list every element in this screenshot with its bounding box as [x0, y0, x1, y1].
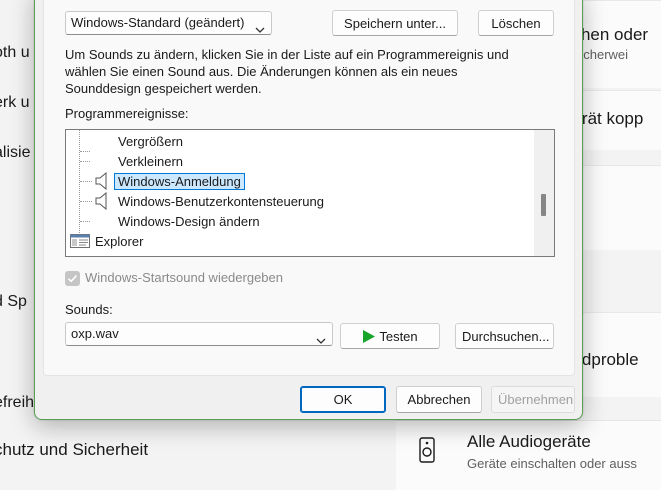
browse-button[interactable]: Durchsuchen...: [455, 323, 554, 349]
settings-card: [583, 165, 661, 250]
ok-button[interactable]: OK: [300, 386, 386, 413]
delete-button[interactable]: Löschen: [478, 10, 554, 36]
list-item[interactable]: Windows-Design ändern: [118, 213, 260, 231]
scrollbar-thumb[interactable]: [541, 194, 546, 216]
instructions-text: Um Sounds zu ändern, klicken Sie in der …: [65, 47, 509, 96]
settings-card[interactable]: gerät kopp: [583, 90, 661, 150]
list-item[interactable]: Vergrößern: [118, 133, 183, 151]
cancel-button[interactable]: Abbrechen: [396, 386, 482, 413]
list-group-explorer[interactable]: Explorer: [95, 233, 143, 251]
settings-nav-item-security[interactable]: chutz und Sicherheit: [0, 440, 154, 460]
card-title: gerät kopp: [583, 109, 644, 128]
startup-sound-checkbox[interactable]: [65, 271, 80, 286]
card-title: echen oder: [583, 25, 649, 44]
sound-scheme-select[interactable]: Windows-Standard (geändert): [65, 11, 272, 35]
list-item[interactable]: Windows-Benutzerkontensteuerung: [118, 193, 324, 211]
program-events-list[interactable]: Vergrößern Verkleinern Windows-Anmeldung…: [65, 129, 555, 257]
apply-button[interactable]: Übernehmen: [491, 386, 575, 413]
sounds-label: Sounds:: [65, 302, 113, 317]
sounds-tab-panel: Windows-Standard (geändert) Speichern un…: [43, 0, 575, 376]
settings-card[interactable]: echen oder öglicherwei: [583, 0, 661, 88]
list-item-selected[interactable]: Windows-Anmeldung: [114, 173, 245, 191]
startup-sound-label: Windows-Startsound wiedergeben: [85, 270, 283, 285]
list-item[interactable]: Verkleinern: [118, 153, 183, 171]
audio-card-title: Alle Audiogeräte: [467, 432, 591, 451]
settings-cards: echen oder öglicherwei gerät kopp undpro…: [583, 0, 661, 490]
test-sound-button[interactable]: Testen: [340, 323, 440, 349]
speaker-device-icon: [419, 437, 435, 468]
all-audio-devices-card[interactable]: Alle Audiogeräte Geräte einschalten oder…: [396, 420, 661, 490]
play-icon: [362, 328, 376, 352]
settings-card[interactable]: undproble: [583, 312, 661, 397]
card-subtitle: öglicherwei: [583, 47, 629, 62]
sound-dialog: Windows-Standard (geändert) Speichern un…: [34, 0, 583, 420]
audio-card-subtitle: Geräte einschalten oder auss: [467, 456, 637, 471]
save-as-button[interactable]: Speichern unter...: [332, 10, 458, 36]
speaker-icon: [95, 191, 109, 215]
events-list-scrollbar[interactable]: [534, 130, 554, 256]
chevron-down-icon: [316, 330, 326, 352]
sound-file-select[interactable]: oxp.wav: [65, 322, 333, 346]
explorer-window-icon: [70, 234, 90, 253]
chevron-down-icon: [255, 19, 265, 41]
card-title: undproble: [583, 350, 639, 369]
program-events-label: Programmereignisse:: [65, 106, 189, 121]
